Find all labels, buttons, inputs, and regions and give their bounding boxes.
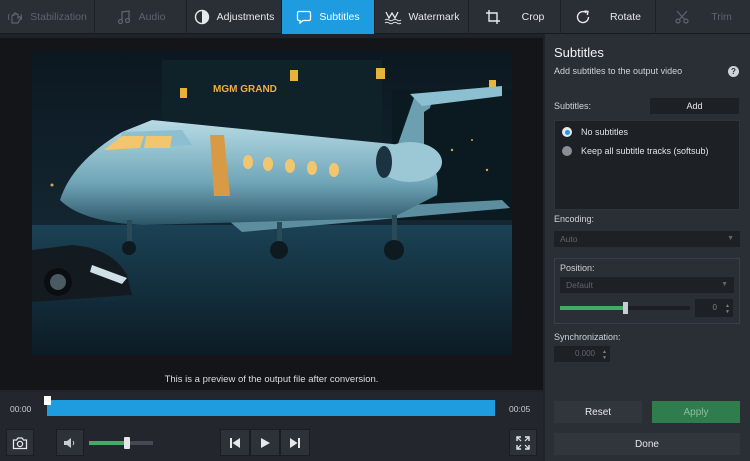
stabilization-icon — [8, 12, 23, 24]
mute-button[interactable] — [56, 429, 84, 456]
tab-label: Rotate — [610, 11, 641, 23]
option-keep-all-tracks[interactable]: Keep all subtitle tracks (softsub) — [562, 146, 709, 156]
volume-handle[interactable] — [124, 437, 131, 449]
encoding-value: Auto — [560, 234, 578, 244]
timeline: 00:00 00:05 — [0, 392, 543, 424]
option-label: No subtitles — [581, 127, 629, 137]
position-slider-handle[interactable] — [623, 302, 628, 314]
progress-track[interactable] — [44, 396, 495, 416]
editing-toolbar: Stabilization Audio Adjustments Subtitle… — [0, 0, 750, 34]
chevron-down-icon: ▼ — [727, 235, 734, 242]
skip-back-icon — [230, 437, 240, 448]
done-button[interactable]: Done — [554, 433, 740, 455]
video-editor-window: Stabilization Audio Adjustments Subtitle… — [0, 0, 750, 461]
option-label: Keep all subtitle tracks (softsub) — [581, 146, 709, 156]
volume-slider[interactable] — [89, 437, 153, 449]
subtitles-label: Subtitles: — [554, 101, 592, 111]
tab-subtitles[interactable]: Subtitles — [282, 0, 375, 34]
position-slider[interactable] — [560, 302, 690, 314]
tab-watermark[interactable]: Watermark — [375, 0, 469, 34]
fullscreen-icon — [516, 435, 530, 450]
rotate-icon — [576, 10, 590, 24]
video-preview-area: MGM GRAND This is a preview of the outpu… — [0, 38, 543, 390]
speaker-icon — [64, 437, 75, 448]
tab-adjustments[interactable]: Adjustments — [187, 0, 282, 34]
snapshot-button[interactable] — [6, 429, 34, 456]
panel-title: Subtitles — [554, 45, 604, 60]
preview-caption: This is a preview of the output file aft… — [164, 374, 379, 385]
tab-trim[interactable]: Trim — [656, 0, 750, 34]
option-no-subtitles[interactable]: No subtitles — [562, 127, 628, 137]
help-icon[interactable]: ? — [728, 66, 739, 77]
position-group: Position: Default ▼ 0 ▲ ▼ — [554, 258, 740, 324]
encoding-select[interactable]: Auto ▼ — [554, 231, 740, 247]
position-select[interactable]: Default ▼ — [560, 277, 734, 293]
position-slider-fill — [560, 306, 625, 310]
play-icon — [261, 437, 270, 448]
video-frame[interactable]: MGM GRAND — [32, 50, 512, 355]
position-label: Position: — [560, 263, 595, 273]
tab-audio[interactable]: Audio — [95, 0, 187, 34]
play-button[interactable] — [250, 429, 280, 456]
watermark-icon — [384, 11, 401, 25]
tab-label: Crop — [521, 11, 545, 23]
fullscreen-button[interactable] — [509, 429, 537, 456]
subtitles-panel: Subtitles Add subtitles to the output vi… — [545, 34, 750, 461]
total-time: 00:05 — [509, 404, 531, 414]
skip-forward-icon — [290, 437, 300, 448]
tab-rotate[interactable]: Rotate — [561, 0, 656, 34]
playback-controls — [0, 424, 543, 461]
tab-label: Subtitles — [319, 11, 360, 23]
position-value: Default — [566, 280, 593, 290]
radio-unselected-icon[interactable] — [562, 146, 572, 156]
spin-down-icon[interactable]: ▼ — [725, 309, 730, 315]
progress-fill — [47, 400, 495, 416]
chevron-down-icon: ▼ — [721, 281, 728, 288]
volume-fill — [89, 441, 128, 445]
radio-selected-icon[interactable] — [562, 127, 572, 137]
tab-label: Stabilization — [30, 11, 87, 23]
progress-handle[interactable] — [44, 396, 51, 405]
hotel-sign: MGM GRAND — [213, 84, 277, 95]
position-offset-input[interactable]: 0 ▲ ▼ — [695, 299, 733, 317]
speech-bubble-icon — [297, 10, 312, 25]
position-offset-value: 0 — [712, 303, 717, 312]
tab-label: Audio — [138, 11, 166, 23]
next-button[interactable] — [280, 429, 310, 456]
tab-crop[interactable]: Crop — [469, 0, 561, 34]
music-note-icon — [117, 10, 130, 25]
current-time: 00:00 — [10, 404, 32, 414]
synchronization-label: Synchronization: — [554, 332, 621, 342]
preview-image: MGM GRAND — [32, 50, 512, 355]
add-subtitles-button[interactable]: Add — [650, 98, 739, 114]
encoding-label: Encoding: — [554, 214, 595, 224]
previous-button[interactable] — [220, 429, 250, 456]
subtitle-track-list: No subtitles Keep all subtitle tracks (s… — [554, 120, 740, 210]
tab-stabilization[interactable]: Stabilization — [0, 0, 95, 34]
camera-icon — [12, 436, 28, 449]
tab-label: Watermark — [408, 11, 460, 23]
tab-label: Adjustments — [216, 11, 275, 23]
crop-icon — [485, 10, 500, 24]
spin-down-icon[interactable]: ▼ — [602, 355, 607, 361]
adjustments-icon — [194, 9, 209, 25]
apply-button[interactable]: Apply — [652, 401, 740, 423]
reset-button[interactable]: Reset — [554, 401, 642, 423]
synchronization-input[interactable]: 0.000 ▲ ▼ — [554, 346, 610, 362]
panel-description: Add subtitles to the output video — [554, 66, 683, 76]
synchronization-value: 0.000 — [574, 349, 595, 358]
tab-label: Trim — [711, 11, 732, 23]
scissors-icon — [675, 10, 689, 24]
